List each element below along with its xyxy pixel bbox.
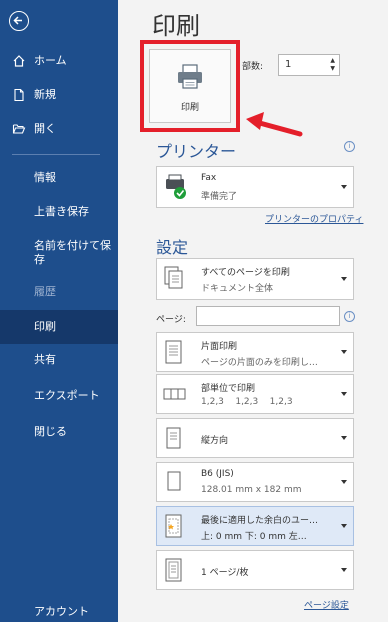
sidebar-item-label: 印刷 [34,320,56,333]
pages-input[interactable] [196,306,340,326]
page-title: 印刷 [152,12,200,40]
sidebar-item-label: アカウント [34,605,89,618]
settings-section-title: 設定 [156,238,189,257]
print-button-label: 印刷 [180,103,199,113]
chevron-down-icon [341,350,347,354]
portrait-icon [163,425,185,453]
paper-size-select[interactable]: B6 (JIS) 128.01 mm x 182 mm [156,462,354,502]
setting-line1: B6 (JIS) [201,469,234,479]
paper-size-icon [163,469,185,497]
copies-label: 部数: [242,62,264,72]
pages-label: ページ: [156,315,186,325]
chevron-down-icon [341,524,347,528]
sidebar-item-export[interactable]: エクスポート [0,386,118,410]
printer-properties-link[interactable]: プリンターのプロパティ [265,212,363,225]
nav-home-label: ホーム [34,54,67,67]
sidebar-item-save[interactable]: 上書き保存 [0,202,118,226]
chevron-down-icon [341,436,347,440]
new-document-icon [12,88,26,102]
chevron-down-icon [341,277,347,281]
margins-select[interactable]: 最後に適用した余白のユー… 上: 0 mm 下: 0 mm 左… [156,506,354,546]
print-button-highlight: 印刷 [140,40,240,132]
chevron-down-icon [341,185,347,189]
pages-per-sheet-select[interactable]: 1 ページ/枚 [156,550,354,590]
setting-line1: 部単位で印刷 [201,384,256,394]
printer-select[interactable]: Fax 準備完了 [156,166,354,208]
sidebar-item-label: 上書き保存 [34,205,89,218]
setting-line2: ドキュメント全体 [201,284,274,294]
spin-arrows-icon[interactable]: ▲ ▼ [330,57,335,73]
setting-line1: 1 ページ/枚 [201,568,249,578]
orientation-select[interactable]: 縦方向 [156,418,354,458]
sidebar-item-label: 情報 [34,171,56,184]
setting-line2: ページの片面のみを印刷し… [201,358,318,368]
backstage-sidebar: ホーム 新規 開く 情報 上書き保存 名前を付けて保存 履歴 印刷 共有 エクス… [0,0,118,622]
print-button[interactable]: 印刷 [149,49,231,123]
nav-open-label: 開く [34,122,56,135]
sidebar-item-account[interactable]: アカウント [0,602,118,622]
info-icon[interactable]: i [344,311,355,322]
margins-icon [163,513,185,541]
annotation-arrow-icon [246,112,303,137]
sidebar-item-print[interactable]: 印刷 [0,310,118,344]
sidebar-item-info[interactable]: 情報 [0,168,118,192]
print-range-select[interactable]: すべてのページを印刷 ドキュメント全体 [156,258,354,300]
sidebar-item-history: 履歴 [0,282,118,306]
sidebar-item-label: エクスポート [34,389,100,402]
printer-icon [176,64,204,94]
sidebar-item-label: 共有 [34,353,56,366]
folder-open-icon [12,122,26,136]
sidebar-item-label: 履歴 [34,285,56,298]
back-arrow-icon[interactable] [9,11,29,31]
setting-line2: 1,2,3 1,2,3 1,2,3 [201,397,293,407]
sidebar-item-close[interactable]: 閉じる [0,422,118,446]
copies-stepper[interactable]: 1 ▲ ▼ [278,54,340,76]
setting-line1: 最後に適用した余白のユー… [201,516,319,526]
chevron-down-icon [341,568,347,572]
info-icon[interactable]: i [344,141,355,152]
fax-printer-icon [163,173,186,201]
page-setup-link[interactable]: ページ設定 [304,598,349,611]
print-panel: 印刷 印刷 部数: 1 ▲ ▼ プリンター i Fax 準備完了 プリンターのプ… [118,0,388,622]
sidebar-item-label: 閉じる [34,425,67,438]
setting-line2: 上: 0 mm 下: 0 mm 左… [201,532,307,542]
printer-status: 準備完了 [201,192,238,202]
printer-section-title: プリンター [156,142,237,161]
setting-line1: 縦方向 [201,436,229,446]
sidebar-divider [12,154,100,155]
page-per-sheet-icon [163,557,185,585]
sidebar-item-label: 名前を付けて保存 [34,239,111,266]
collate-icon [163,381,186,409]
home-icon [12,54,26,68]
duplex-select[interactable]: 片面印刷 ページの片面のみを印刷し… [156,332,354,372]
printer-name: Fax [201,173,217,183]
pages-icon [163,265,185,293]
setting-line2: 128.01 mm x 182 mm [201,485,302,495]
chevron-down-icon [341,480,347,484]
collate-select[interactable]: 部単位で印刷 1,2,3 1,2,3 1,2,3 [156,374,354,414]
setting-line1: 片面印刷 [201,342,238,352]
chevron-down-icon [341,392,347,396]
copies-value: 1 [285,59,292,70]
nav-new-label: 新規 [34,88,56,101]
setting-line1: すべてのページを印刷 [201,268,290,278]
one-sided-icon [163,339,185,367]
sidebar-item-share[interactable]: 共有 [0,350,118,374]
sidebar-item-save-as[interactable]: 名前を付けて保存 [0,236,118,272]
